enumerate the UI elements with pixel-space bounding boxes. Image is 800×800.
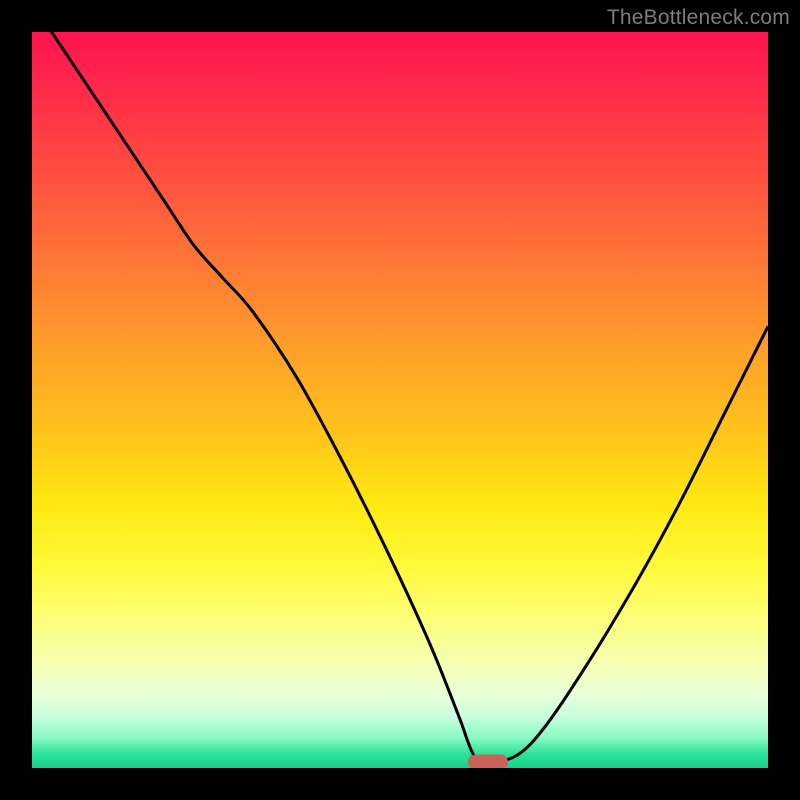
bottleneck-curve: [32, 32, 768, 768]
watermark-text: TheBottleneck.com: [607, 6, 790, 30]
chart-frame: TheBottleneck.com: [0, 0, 800, 800]
optimal-point-marker: [468, 755, 508, 768]
plot-area: [32, 32, 768, 768]
